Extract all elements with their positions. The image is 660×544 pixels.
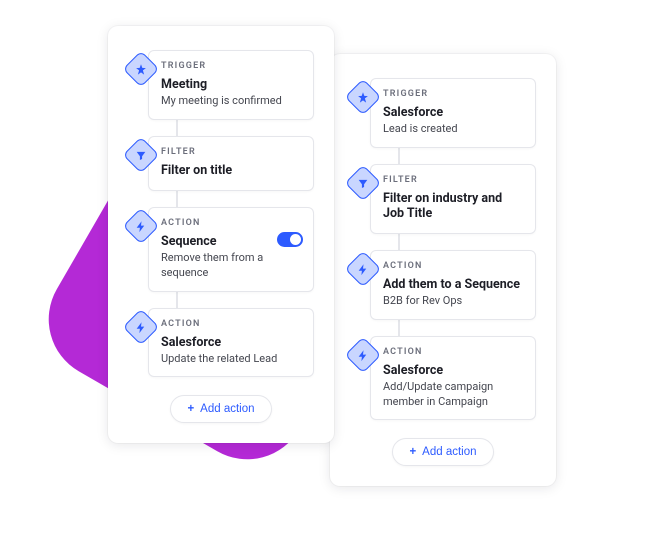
filter-step[interactable]: FILTER Filter on title	[128, 136, 314, 191]
add-action-button[interactable]: + Add action	[170, 395, 271, 423]
connector	[176, 191, 178, 207]
step-title: Salesforce	[383, 105, 523, 120]
plus-icon: +	[409, 446, 416, 458]
action-step[interactable]: ACTION Add them to a Sequence B2B for Re…	[350, 250, 536, 320]
step-subtitle: Add/Update campaign member in Campaign	[383, 380, 523, 410]
step-title: Filter on industry and Job Title	[383, 191, 523, 221]
step-subtitle: My meeting is confirmed	[161, 94, 301, 109]
step-subtitle: Lead is created	[383, 122, 523, 137]
action-step[interactable]: ACTION Salesforce Add/Update campaign me…	[350, 336, 536, 421]
action-step[interactable]: ACTION Salesforce Update the related Lea…	[128, 308, 314, 378]
add-action-container: + Add action	[350, 438, 536, 466]
step-kind-label: FILTER	[161, 147, 301, 157]
add-action-container: + Add action	[128, 395, 314, 423]
step-title: Filter on title	[161, 163, 301, 178]
step-kind-label: TRIGGER	[383, 89, 523, 99]
add-action-button[interactable]: + Add action	[392, 438, 493, 466]
connector	[176, 292, 178, 308]
step-kind-label: ACTION	[383, 261, 523, 271]
add-action-label: Add action	[200, 403, 254, 415]
trigger-step[interactable]: TRIGGER Meeting My meeting is confirmed	[128, 50, 314, 120]
step-subtitle: B2B for Rev Ops	[383, 294, 523, 309]
plus-icon: +	[187, 403, 194, 415]
step-kind-label: ACTION	[161, 319, 301, 329]
step-subtitle: Remove them from a sequence	[161, 251, 301, 281]
step-title: Meeting	[161, 77, 301, 92]
sequence-enabled-toggle[interactable]	[277, 232, 303, 247]
workflow-panel-right: TRIGGER Salesforce Lead is created FILTE…	[330, 54, 556, 486]
step-title: Add them to a Sequence	[383, 277, 523, 292]
step-title: Salesforce	[161, 335, 301, 350]
step-kind-label: TRIGGER	[161, 61, 301, 71]
workflow-panel-left: TRIGGER Meeting My meeting is confirmed …	[108, 26, 334, 443]
trigger-step[interactable]: TRIGGER Salesforce Lead is created	[350, 78, 536, 148]
step-title: Salesforce	[383, 363, 523, 378]
step-subtitle: Update the related Lead	[161, 352, 301, 367]
connector	[398, 320, 400, 336]
connector	[398, 148, 400, 164]
step-kind-label: ACTION	[161, 218, 301, 228]
step-kind-label: FILTER	[383, 175, 523, 185]
filter-step[interactable]: FILTER Filter on industry and Job Title	[350, 164, 536, 234]
add-action-label: Add action	[422, 446, 476, 458]
connector	[176, 120, 178, 136]
connector	[398, 234, 400, 250]
step-kind-label: ACTION	[383, 347, 523, 357]
action-step[interactable]: ACTION Sequence Remove them from a seque…	[128, 207, 314, 292]
